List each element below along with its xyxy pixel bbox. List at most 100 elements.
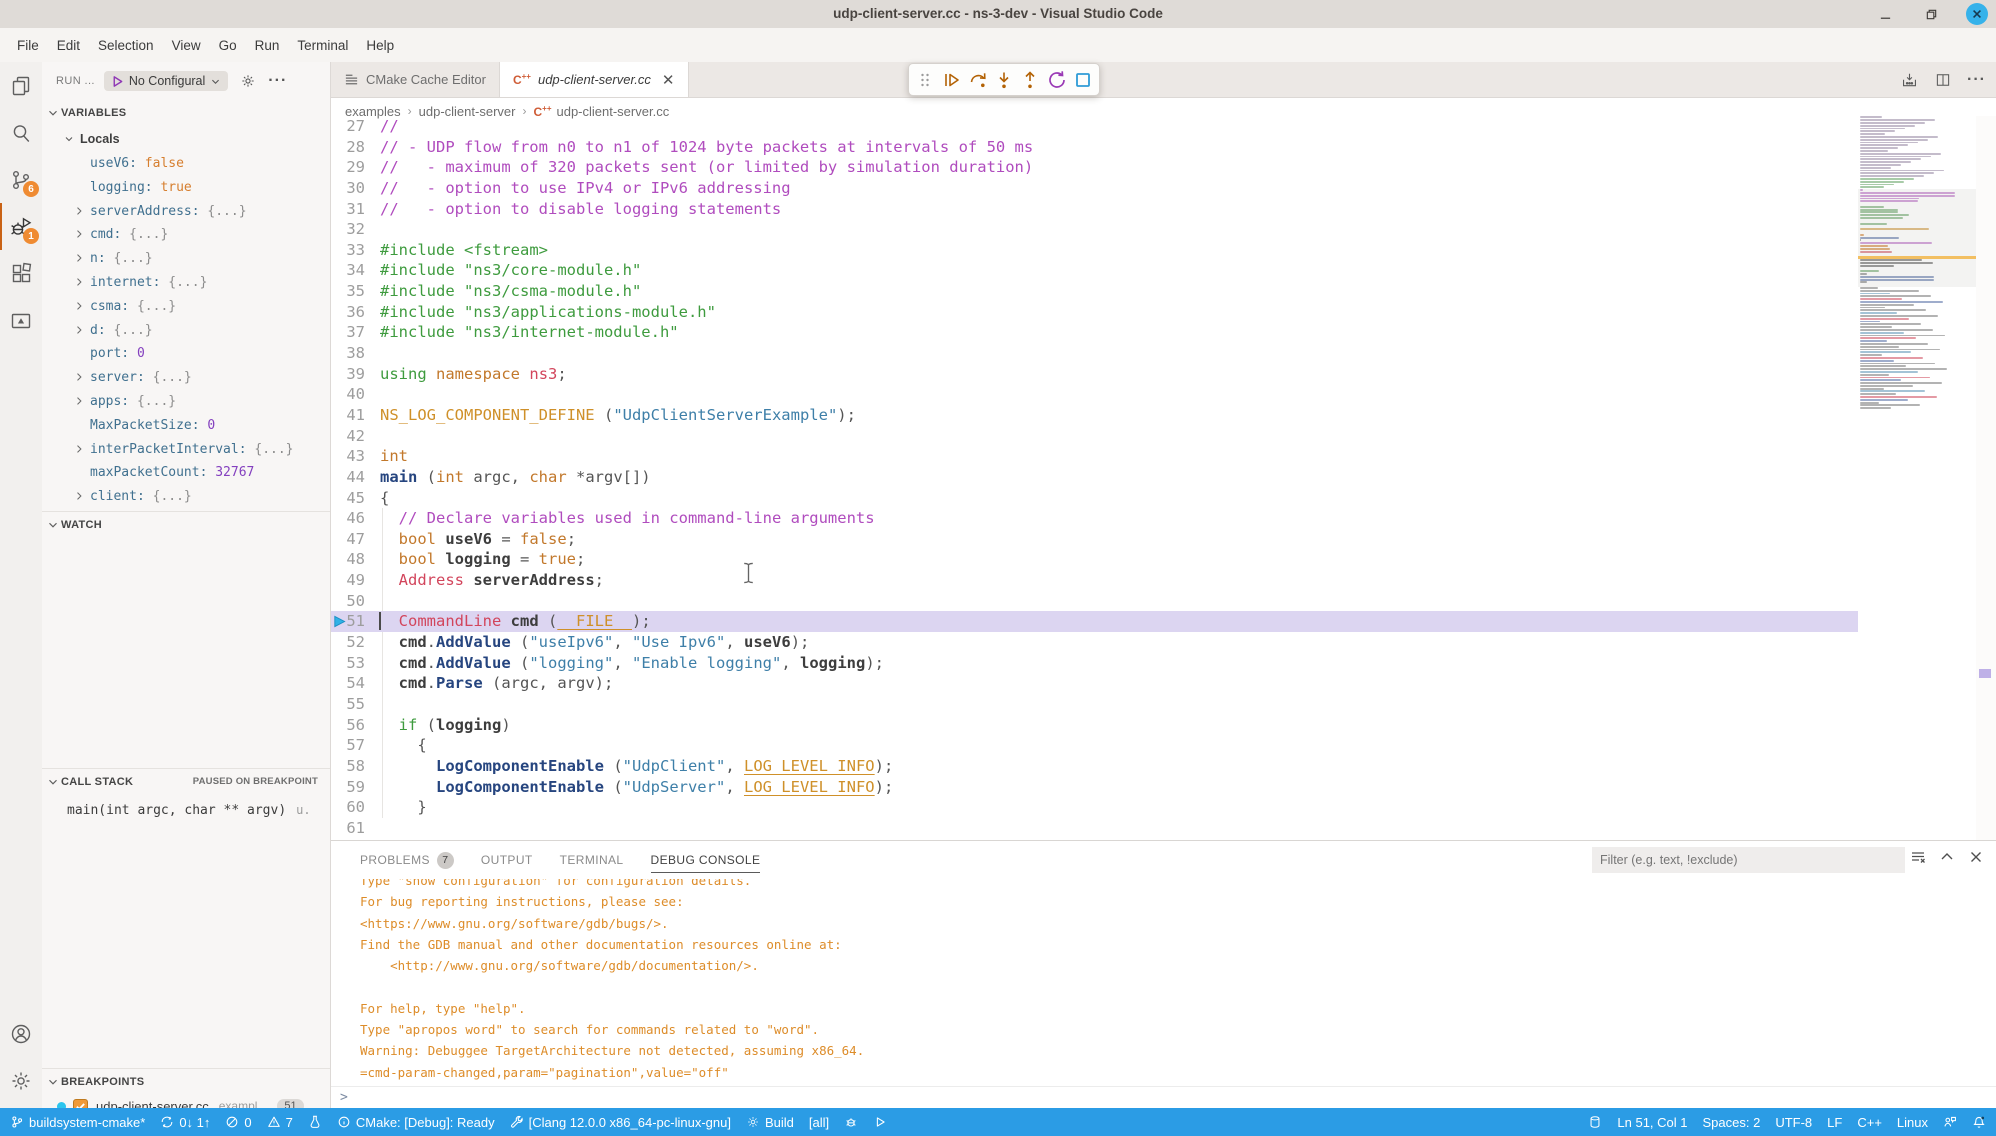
status-errors[interactable]: 0 (225, 1115, 251, 1130)
code-line-42[interactable]: 42 (331, 426, 1858, 447)
menu-item-go[interactable]: Go (210, 33, 246, 58)
activity-item-explorer[interactable] (0, 62, 42, 109)
code-line-29[interactable]: 29// - maximum of 320 packets sent (or l… (331, 157, 1858, 178)
status-eol[interactable]: LF (1827, 1115, 1842, 1130)
status-cmake-build[interactable]: Build (746, 1115, 794, 1130)
debug-step-out-button[interactable] (1018, 68, 1042, 92)
watch-section-header[interactable]: WATCH (42, 511, 330, 537)
code-line-44[interactable]: 44main (int argc, char *argv[]) (331, 467, 1858, 488)
menu-item-file[interactable]: File (8, 33, 48, 58)
menu-item-run[interactable]: Run (246, 33, 289, 58)
activity-item-accounts[interactable] (0, 1010, 42, 1057)
code-line-46[interactable]: 46 // Declare variables used in command-… (331, 508, 1858, 529)
code-line-61[interactable]: 61 (331, 818, 1858, 839)
variable-row-d[interactable]: d: {...} (42, 319, 330, 343)
minimize-button[interactable] (1874, 3, 1896, 25)
panel-tab-debug-console[interactable]: DEBUG CONSOLE (651, 841, 761, 879)
status-cmake-status[interactable]: CMake: [Debug]: Ready (337, 1115, 495, 1130)
variables-scope-locals[interactable]: Locals (42, 126, 330, 152)
status-git-branch[interactable]: buildsystem-cmake* (10, 1115, 145, 1130)
code-line-38[interactable]: 38 (331, 343, 1858, 364)
status-sync-changes[interactable]: 0↓ 1↑ (160, 1115, 210, 1130)
call-stack-frame[interactable]: main(int argc, char ** argv)u. (42, 798, 330, 822)
variable-row-port[interactable]: port: 0 (42, 342, 330, 366)
code-line-60[interactable]: 60 } (331, 797, 1858, 818)
close-tab-icon[interactable]: ✕ (662, 71, 675, 89)
panel-tab-problems[interactable]: PROBLEMS7 (360, 841, 454, 879)
code-line-35[interactable]: 35#include "ns3/csma-module.h" (331, 281, 1858, 302)
debug-continue-button[interactable] (939, 68, 963, 92)
code-line-56[interactable]: 56 if (logging) (331, 715, 1858, 736)
menu-item-terminal[interactable]: Terminal (288, 33, 357, 58)
code-line-50[interactable]: 50 (331, 591, 1858, 612)
console-filter-input[interactable] (1592, 847, 1905, 873)
activity-item-search[interactable] (0, 109, 42, 156)
variable-row-MaxPacketSize[interactable]: MaxPacketSize: 0 (42, 414, 330, 438)
status-language-mode[interactable]: C++ (1857, 1115, 1882, 1130)
code-line-28[interactable]: 28// - UDP flow from n0 to n1 of 1024 by… (331, 137, 1858, 158)
menu-item-view[interactable]: View (163, 33, 210, 58)
status-cmake-run[interactable] (873, 1115, 887, 1129)
split-editor[interactable] (1934, 71, 1952, 89)
status-cursor-position[interactable]: Ln 51, Col 1 (1617, 1115, 1687, 1130)
code-line-57[interactable]: 57 { (331, 735, 1858, 756)
breakpoint-checkbox[interactable] (73, 1099, 88, 1109)
variable-row-csma[interactable]: csma: {...} (42, 295, 330, 319)
status-cmake-debug[interactable] (844, 1115, 858, 1129)
code-line-51[interactable]: 51 CommandLine cmd (__FILE__); (331, 611, 1858, 632)
overview-ruler[interactable] (1976, 116, 1996, 840)
variable-row-maxPacketCount[interactable]: maxPacketCount: 32767 (42, 461, 330, 485)
status-indentation[interactable]: Spaces: 2 (1703, 1115, 1761, 1130)
restore-button[interactable] (1920, 3, 1942, 25)
editor-tab-1[interactable]: CMake Cache Editor (331, 62, 500, 97)
call-stack-section-header[interactable]: CALL STACK PAUSED ON BREAKPOINT (42, 768, 330, 794)
variable-row-apps[interactable]: apps: {...} (42, 390, 330, 414)
code-line-47[interactable]: 47 bool useV6 = false; (331, 529, 1858, 550)
code-line-39[interactable]: 39using namespace ns3; (331, 364, 1858, 385)
code-line-49[interactable]: 49 Address serverAddress; (331, 570, 1858, 591)
maximize-panel-icon[interactable] (1939, 849, 1955, 865)
activity-item-manage[interactable] (0, 1057, 42, 1104)
status-platform[interactable]: Linux (1897, 1115, 1928, 1130)
activity-item-cmake-tools[interactable] (0, 297, 42, 344)
menu-item-help[interactable]: Help (357, 33, 403, 58)
code-line-54[interactable]: 54 cmd.Parse (argc, argv); (331, 673, 1858, 694)
code-line-33[interactable]: 33#include <fstream> (331, 240, 1858, 261)
status-encoding[interactable]: UTF-8 (1775, 1115, 1812, 1130)
minimap[interactable] (1858, 116, 1976, 840)
variable-row-server[interactable]: server: {...} (42, 366, 330, 390)
breakpoints-section-header[interactable]: BREAKPOINTS (42, 1068, 330, 1094)
install-actions[interactable] (1900, 71, 1919, 90)
code-line-34[interactable]: 34#include "ns3/core-module.h" (331, 260, 1858, 281)
debug-settings-gear-icon[interactable] (240, 73, 256, 89)
launch-configuration-picker[interactable]: No Configural (104, 71, 228, 91)
status-cmake-target[interactable]: [all] (809, 1115, 829, 1130)
code-line-48[interactable]: 48 bool logging = true; (331, 549, 1858, 570)
debug-stop-button[interactable] (1071, 68, 1095, 92)
debug-restart-button[interactable] (1045, 68, 1069, 92)
code-line-52[interactable]: 52 cmd.AddValue ("useIpv6", "Use Ipv6", … (331, 632, 1858, 653)
variable-row-client[interactable]: client: {...} (42, 485, 330, 509)
status-cmake-kit[interactable]: [Clang 12.0.0 x86_64-pc-linux-gnu] (510, 1115, 731, 1130)
status-remote-indicator[interactable] (1588, 1115, 1602, 1129)
close-panel-icon[interactable] (1968, 849, 1984, 865)
panel-tab-output[interactable]: OUTPUT (481, 841, 533, 879)
filter-icon[interactable] (1910, 849, 1926, 865)
code-line-30[interactable]: 30// - option to use IPv4 or IPv6 addres… (331, 178, 1858, 199)
editor-tab-2[interactable]: C++udp-client-server.cc✕ (500, 62, 689, 97)
start-debugging-icon[interactable] (111, 75, 124, 88)
code-line-31[interactable]: 31// - option to disable logging stateme… (331, 199, 1858, 220)
status-notifications[interactable] (1972, 1115, 1986, 1129)
debug-step-over-button[interactable] (966, 68, 990, 92)
more-actions[interactable]: ··· (1967, 71, 1986, 89)
code-line-55[interactable]: 55 (331, 694, 1858, 715)
close-button[interactable] (1966, 3, 1988, 25)
code-line-41[interactable]: 41NS_LOG_COMPONENT_DEFINE ("UdpClientSer… (331, 405, 1858, 426)
menu-item-selection[interactable]: Selection (89, 33, 163, 58)
code-line-59[interactable]: 59 LogComponentEnable ("UdpServer", LOG_… (331, 777, 1858, 798)
code-line-32[interactable]: 32 (331, 219, 1858, 240)
variable-row-interPacketInterval[interactable]: interPacketInterval: {...} (42, 438, 330, 462)
variable-row-n[interactable]: n: {...} (42, 247, 330, 271)
variable-row-cmd[interactable]: cmd: {...} (42, 223, 330, 247)
activity-item-run-and-debug[interactable]: 1 (0, 203, 42, 250)
